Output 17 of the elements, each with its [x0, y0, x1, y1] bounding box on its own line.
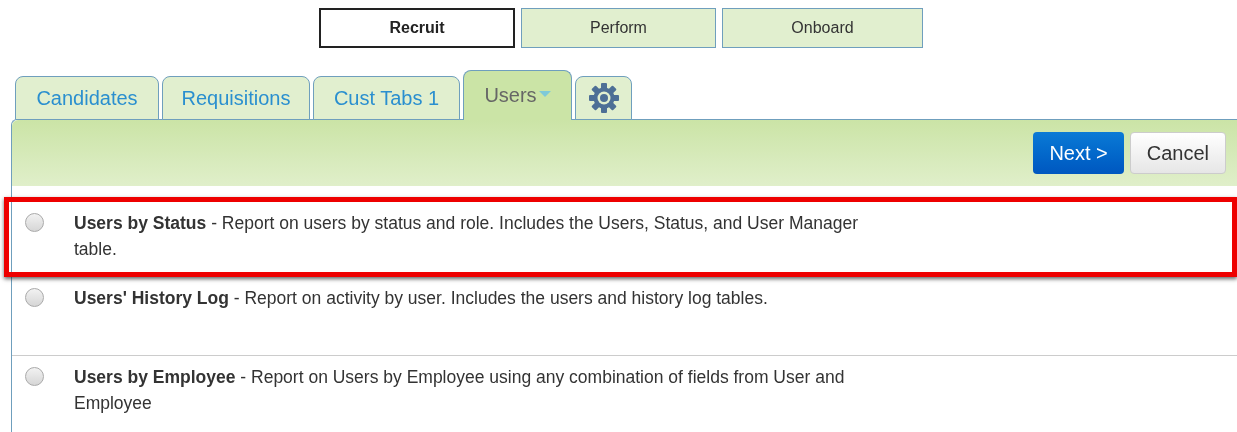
report-description: Users by Employee - Report on Users by Employee using any combination of fields from User and Employee: [74, 366, 846, 415]
tab[interactable]: Cust Tabs 1: [313, 76, 460, 120]
report-description: Users by Status - Report on users by status and role. Includes the Users, Status, and User Manager table.: [74, 212, 859, 261]
radio-button[interactable]: [25, 288, 44, 307]
tab[interactable]: Candidates: [15, 76, 159, 120]
settings-tab[interactable]: [575, 76, 632, 120]
tab[interactable]: Users: [463, 70, 572, 120]
settings-icon: [587, 82, 620, 114]
cancel-button[interactable]: Cancel: [1129, 132, 1226, 174]
report-description: Users' History Log - Report on activity by user. Includes the users and history log tables.: [74, 287, 769, 310]
next-button[interactable]: Next >: [1033, 132, 1124, 174]
radio-button[interactable]: [25, 367, 44, 386]
radio-button[interactable]: [25, 213, 44, 232]
tab[interactable]: Requisitions: [162, 76, 310, 120]
module-tab[interactable]: Onboard: [722, 8, 923, 48]
module-tab[interactable]: Recruit: [319, 8, 515, 48]
module-tab[interactable]: Perform: [521, 8, 716, 48]
